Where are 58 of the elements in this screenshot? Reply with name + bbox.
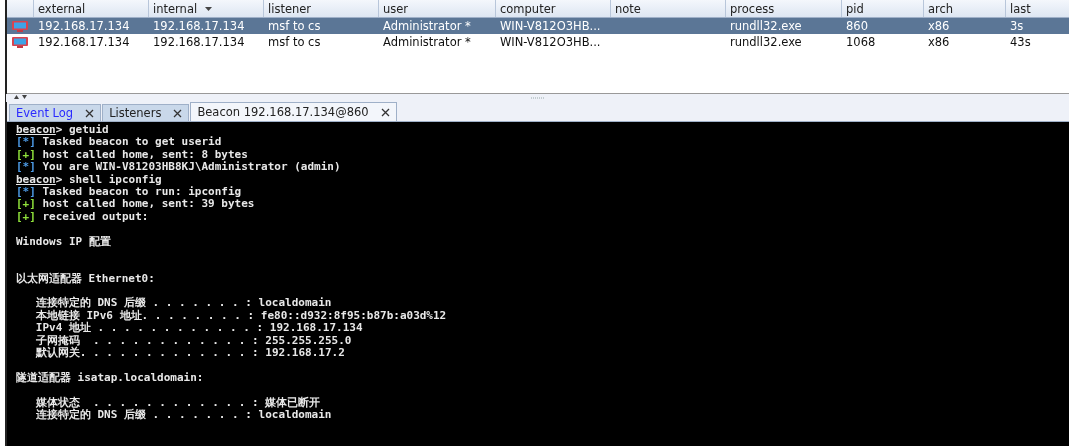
- console-line: 以太网适配器 Ethernet0:: [16, 271, 155, 285]
- session-row[interactable]: 192.168.17.134 192.168.17.134 msf to cs Administrator * WIN-V812O3HB... rundll32.exe 860 x86 3s: [6, 18, 1069, 34]
- console-line: [*] Tasked beacon to get userid: [16, 135, 222, 149]
- tab[interactable]: Beacon 192.168.17.134@860: [190, 102, 397, 121]
- column-header[interactable]: computer: [495, 0, 610, 17]
- column-header[interactable]: pid: [841, 0, 923, 17]
- table-cell-text: 192.168.17.134: [152, 34, 246, 50]
- table-cell-text: rundll32.exe: [729, 34, 803, 50]
- table-cell-text: msf to cs: [267, 34, 322, 50]
- tab[interactable]: Event Log: [9, 104, 102, 121]
- table-cell-text: WIN-V812O3HB...: [499, 34, 602, 50]
- monitor-icon: [11, 19, 29, 33]
- table-cell-text: WIN-V812O3HB...: [499, 18, 602, 34]
- console-line: 媒体状态 . . . . . . . . . . . . : 媒体已断开: [34, 395, 321, 409]
- table-cell-text: 192.168.17.134: [152, 18, 246, 34]
- column-header[interactable]: arch: [923, 0, 1005, 17]
- table-cell-text: 1068: [845, 34, 877, 50]
- console-line: Windows IP 配置: [16, 234, 111, 248]
- close-icon[interactable]: [380, 107, 390, 117]
- splitter-grip-icon[interactable]: [530, 96, 545, 100]
- console-line: beacon> getuid: [16, 123, 109, 136]
- console-line: IPv4 地址 . . . . . . . . . . . . : 192.168.17.134: [34, 321, 363, 335]
- console-line: [+] host called home, sent: 8 bytes: [16, 147, 248, 161]
- console-line: 隧道适配器 isatap.localdomain:: [16, 370, 204, 384]
- table-cell-text: msf to cs: [267, 18, 322, 34]
- table-cell-text: 860: [845, 18, 869, 34]
- table-cell-text: x86: [927, 18, 951, 34]
- column-header[interactable]: external: [33, 0, 148, 17]
- column-header[interactable]: last: [1005, 0, 1069, 17]
- console-line: 连接特定的 DNS 后缀 . . . . . . . : localdomain: [34, 408, 332, 421]
- column-header[interactable]: note: [610, 0, 725, 17]
- column-header[interactable]: listener: [263, 0, 378, 17]
- column-header[interactable]: user: [378, 0, 495, 17]
- console-line: 本地链接 IPv6 地址. . . . . . . . : fe80::d932:8f95:b87b:a03d%12: [34, 308, 447, 322]
- close-icon[interactable]: [173, 108, 183, 118]
- table-cell-text: 3s: [1009, 18, 1025, 34]
- column-header[interactable]: process: [725, 0, 841, 17]
- close-icon[interactable]: [85, 108, 95, 118]
- table-cell-text: x86: [927, 34, 951, 50]
- console-line: beacon> shell ipconfig: [16, 172, 162, 186]
- console-line: 连接特定的 DNS 后缀 . . . . . . . : localdomain: [34, 296, 332, 310]
- console-line: [+] received output:: [16, 209, 149, 223]
- console-line: 子网掩码 . . . . . . . . . . . . : 255.255.255.0: [34, 333, 352, 347]
- table-cell-text: rundll32.exe: [729, 18, 803, 34]
- table-cell-text: Administrator *: [382, 34, 472, 50]
- column-header[interactable]: internal: [148, 0, 263, 17]
- console-line: [*] You are WIN-V81203HB8KJ\Administrator (admin): [16, 160, 341, 174]
- console-line: [+] host called home, sent: 39 bytes: [16, 197, 255, 211]
- table-cell-text: Administrator *: [382, 18, 472, 34]
- tab[interactable]: Listeners: [102, 104, 190, 121]
- console-line: 默认网关. . . . . . . . . . . . . : 192.168.17.2: [34, 346, 345, 360]
- console-line: [*] Tasked beacon to run: ipconfig: [16, 184, 242, 198]
- sort-caret-icon: [205, 6, 213, 11]
- monitor-icon: [11, 35, 29, 49]
- table-cell-text: 192.168.17.134: [37, 34, 131, 50]
- table-cell-text: 192.168.17.134: [37, 18, 131, 34]
- collapse-arrows-icon[interactable]: [14, 95, 28, 100]
- table-cell-text: 43s: [1009, 34, 1032, 50]
